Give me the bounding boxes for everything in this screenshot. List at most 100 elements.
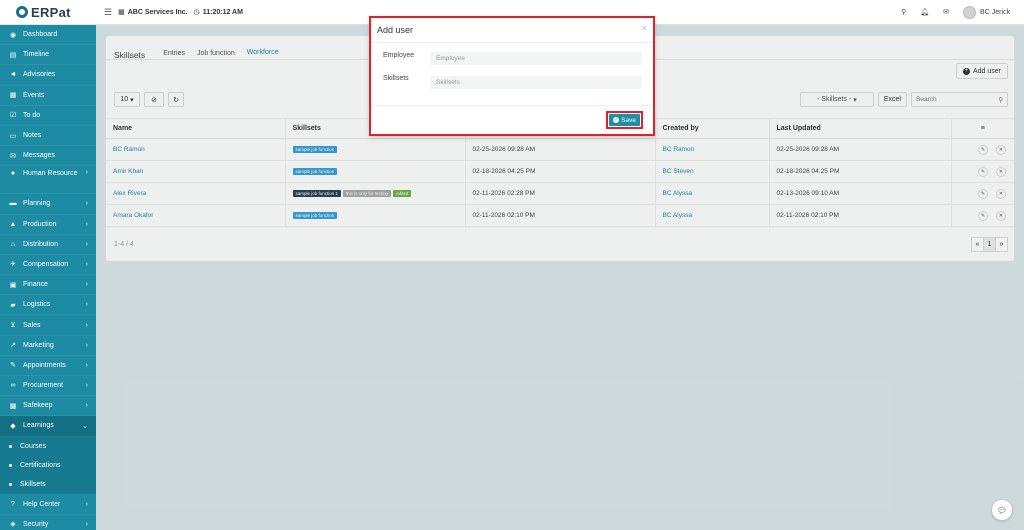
sidebar-item-marketing[interactable]: ↗ Marketing › — [0, 336, 96, 356]
chevron-right-icon: › — [85, 260, 88, 268]
add-user-modal: Add user × Employee Employee Skillsets S… — [369, 16, 655, 136]
sidebar-item-procurement[interactable]: ∞ Procurement › — [0, 376, 96, 397]
sidebar-item-safekeep[interactable]: ▩ Safekeep › — [0, 396, 96, 417]
sidebar-item-label: Distribution — [23, 240, 59, 248]
sidebar-item-label: Timeline — [23, 51, 50, 59]
truck-icon: ▰ — [10, 301, 16, 309]
calendar-icon: ▦ — [9, 92, 17, 100]
check-circle-icon: ✓ — [613, 117, 620, 123]
edit-icon: ✎ — [10, 362, 16, 370]
sidebar-item-label: Planning — [23, 200, 51, 208]
sidebar-item-dashboard[interactable]: ◉ Dashboard — [0, 25, 96, 46]
notes-icon: ▭ — [9, 132, 17, 140]
sidebar-item-events[interactable]: ▦ Events — [0, 86, 96, 106]
brand-logo[interactable]: ERPat — [0, 0, 96, 25]
divider — [371, 42, 653, 43]
money-icon: ▣ — [9, 281, 17, 289]
sidebar-item-finance[interactable]: ▣ Finance › — [0, 275, 96, 296]
bullet-icon — [9, 483, 12, 487]
compensation-icon: ✈ — [10, 261, 16, 269]
sidebar-item-messages[interactable]: ✉ Messages — [0, 146, 96, 167]
sidebar-item-label: Human Resource — [23, 170, 78, 178]
chevron-right-icon: › — [85, 321, 88, 329]
user-name: BC Jerick — [980, 8, 1010, 16]
sidebar-item-notes[interactable]: ▭ Notes — [0, 126, 96, 147]
help-icon: ? — [11, 500, 15, 508]
sidebar-item-human-resource[interactable]: ● Human Resource › — [0, 166, 96, 195]
sidebar-item-label: Appointments — [23, 361, 66, 369]
mail-icon[interactable]: ✉ — [943, 8, 949, 16]
sidebar-item-label: Help Center — [23, 500, 61, 508]
sidebar-item-help-center[interactable]: ? Help Center › — [0, 494, 96, 515]
users-icon: ● — [10, 169, 16, 177]
close-icon[interactable]: × — [642, 23, 647, 33]
sidebar-item-label: Finance — [23, 281, 48, 289]
sidebar-item-label: Procurement — [23, 382, 64, 390]
sidebar-item-advisories[interactable]: ◄ Advisories — [0, 65, 96, 86]
chevron-down-icon: ⌄ — [82, 422, 88, 430]
bell-icon[interactable]: 🔔︎ — [920, 8, 929, 16]
envelope-icon: ✉ — [10, 152, 16, 160]
chat-icon[interactable]: 💬︎ — [992, 500, 1012, 520]
graduation-cap-icon: ◆ — [10, 422, 16, 430]
employee-placeholder: Employee — [436, 55, 465, 62]
handshake-icon: ∞ — [10, 382, 16, 390]
chevron-right-icon: › — [85, 341, 88, 349]
dashboard-icon: ◉ — [9, 31, 17, 39]
chart-icon: ↗ — [10, 342, 16, 350]
sidebar-item-production[interactable]: ▲ Production › — [0, 215, 96, 235]
sidebar-item-appointments[interactable]: ✎ Appointments › — [0, 356, 96, 376]
user-menu[interactable]: BC Jerick — [963, 5, 1010, 19]
chevron-right-icon: › — [85, 200, 88, 208]
bullet-icon — [9, 444, 12, 448]
sidebar-item-timeline[interactable]: ▤ Timeline — [0, 45, 96, 66]
company-selector[interactable]: ▦ ABC Services Inc. — [118, 8, 188, 17]
shield-icon: ◈ — [10, 521, 16, 529]
sidebar-item-label: To do — [23, 111, 41, 119]
chevron-right-icon: › — [85, 301, 88, 309]
save-button[interactable]: ✓ Save — [609, 114, 640, 126]
sidebar-item-label: Marketing — [23, 341, 54, 349]
chevron-right-icon: › — [85, 520, 88, 528]
sidebar-item-label: Production — [23, 220, 57, 228]
sidebar-subitem-skillsets[interactable]: Skillsets — [0, 475, 96, 495]
skillsets-placeholder: Skillsets — [436, 79, 460, 86]
sidebar-item-label: Logistics — [23, 301, 51, 309]
sidebar-item-planning[interactable]: ▬ Planning › — [0, 194, 96, 215]
sidebar-item-learnings[interactable]: ◆ Learnings ⌄ — [0, 416, 96, 437]
clock-time: 11:20:12 AM — [202, 8, 243, 16]
planning-icon: ▬ — [9, 200, 17, 208]
sidebar-subitem-courses[interactable]: Courses — [0, 436, 96, 456]
save-label: Save — [621, 116, 636, 124]
sidebar-subitem-label: Certifications — [20, 462, 61, 469]
sidebar-item-label: Advisories — [23, 71, 56, 79]
chevron-right-icon: › — [85, 169, 88, 177]
employee-field[interactable]: Employee — [430, 52, 642, 65]
sidebar-item-label: Notes — [23, 132, 42, 140]
bullet-icon — [9, 464, 12, 467]
sidebar-item-label: Safekeep — [23, 402, 53, 410]
cart-icon: ⊻ — [10, 322, 16, 330]
megaphone-icon: ◄ — [9, 71, 17, 79]
chevron-right-icon: › — [85, 500, 88, 508]
sidebar-item-distribution[interactable]: ⌂ Distribution › — [0, 235, 96, 255]
sidebar-item-security[interactable]: ◈ Security › — [0, 515, 96, 530]
safe-icon: ▩ — [9, 402, 17, 410]
sidebar-item-logistics[interactable]: ▰ Logistics › — [0, 295, 96, 316]
skillsets-label: Skillsets — [383, 75, 409, 82]
sidebar-subitem-certifications[interactable]: Certifications — [0, 455, 96, 476]
chevron-right-icon: › — [85, 382, 88, 390]
sidebar-item-label: Learnings — [23, 422, 54, 430]
sidebar-subitem-label: Skillsets — [20, 481, 46, 489]
bank-icon: ⌂ — [10, 240, 16, 248]
sidebar-item-compensation[interactable]: ✈ Compensation › — [0, 255, 96, 276]
menu-toggle-icon[interactable]: ☰ — [104, 7, 112, 18]
chevron-right-icon: › — [85, 240, 88, 248]
skillsets-field[interactable]: Skillsets — [430, 76, 642, 89]
sidebar-item-to-do[interactable]: ☑ To do — [0, 106, 96, 126]
search-icon[interactable]: ⚲ — [901, 8, 906, 16]
building-icon: ▦ — [118, 9, 125, 16]
employee-label: Employee — [383, 52, 415, 59]
chevron-right-icon: › — [85, 281, 88, 289]
sidebar-item-sales[interactable]: ⊻ Sales › — [0, 315, 96, 336]
